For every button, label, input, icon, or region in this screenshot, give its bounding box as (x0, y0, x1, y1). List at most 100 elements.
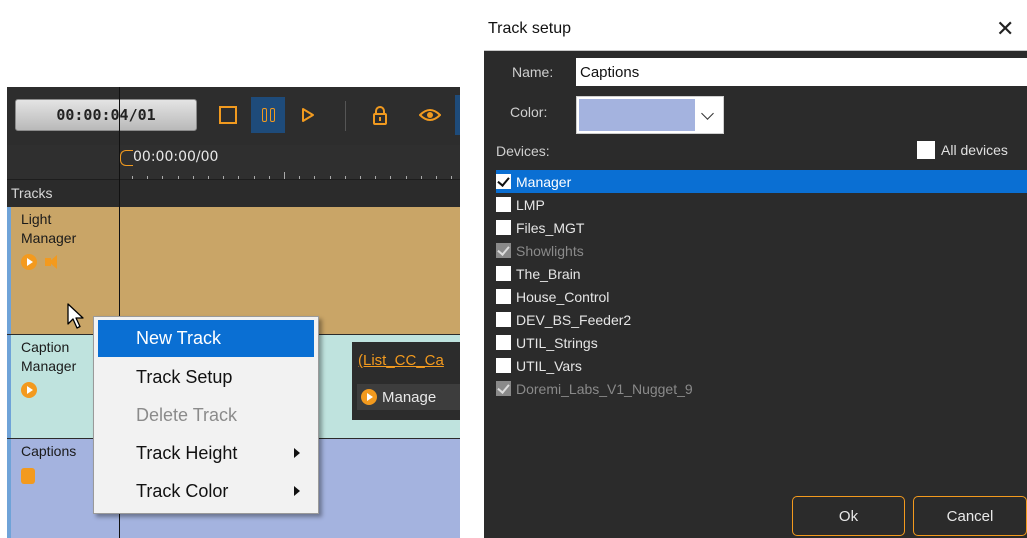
device-item: Doremi_Labs_V1_Nugget_9 (496, 377, 1027, 400)
submenu-arrow-icon (294, 448, 300, 458)
devices-list: Manager LMP Files_MGT Showlights The_Brain Ho… (496, 170, 1027, 400)
clip-action-label: Manage (382, 388, 437, 406)
device-label: UTIL_Vars (516, 357, 582, 374)
ruler-tick (314, 176, 316, 179)
device-checkbox[interactable] (496, 197, 511, 212)
device-item[interactable]: House_Control (496, 285, 1027, 308)
play-icon (302, 108, 314, 122)
device-checkbox[interactable] (496, 266, 511, 281)
menu-item-label: Track Color (136, 481, 229, 501)
ruler-tick (223, 176, 225, 179)
device-label: Files_MGT (516, 219, 585, 236)
ruler-tick (162, 176, 164, 179)
device-item[interactable]: UTIL_Vars (496, 354, 1027, 377)
device-item: Showlights (496, 239, 1027, 262)
menu-item-track-setup[interactable]: Track Setup (98, 359, 314, 396)
pause-button[interactable] (251, 97, 285, 133)
color-dropdown[interactable] (576, 96, 724, 134)
device-label: Doremi_Labs_V1_Nugget_9 (516, 380, 693, 397)
device-checkbox[interactable] (496, 220, 511, 235)
device-label: Manager (516, 173, 572, 190)
ruler-tick (253, 176, 255, 179)
pause-icon (261, 108, 275, 122)
transport-toolbar: 00:00:04/01 (7, 87, 460, 146)
ruler-tick (147, 176, 149, 179)
ruler-tick (177, 176, 179, 179)
ruler-tick (192, 176, 194, 179)
track-name-input[interactable] (576, 58, 1027, 86)
track-header-light-manager[interactable]: Light Manager (7, 207, 119, 334)
timeline-clip[interactable]: (List_CC_Ca Manage (352, 342, 460, 420)
speaker-icon[interactable] (45, 255, 63, 269)
ruler-tick (390, 176, 392, 179)
track-lane-light-manager[interactable] (120, 207, 460, 334)
menu-item-delete-track: Delete Track (98, 397, 314, 434)
track-context-menu: New Track Track Setup Delete Track Track… (93, 316, 319, 514)
menu-item-new-track[interactable]: New Track (98, 320, 314, 357)
database-icon[interactable] (21, 468, 35, 484)
menu-item-track-height[interactable]: Track Height (98, 435, 314, 472)
clip-action[interactable]: Manage (357, 384, 460, 410)
ruler-tick (284, 172, 285, 179)
device-item[interactable]: UTIL_Strings (496, 331, 1027, 354)
ruler-ticks (120, 171, 460, 179)
device-checkbox[interactable] (496, 358, 511, 373)
menu-item-track-color[interactable]: Track Color (98, 473, 314, 510)
all-devices-checkbox[interactable] (917, 141, 935, 159)
tracks-header: Tracks (7, 180, 119, 206)
timecode-display: 00:00:04/01 (15, 99, 197, 131)
ruler-tick (451, 176, 453, 179)
ruler-tick (299, 176, 301, 179)
stop-button[interactable] (211, 97, 245, 133)
device-checkbox[interactable] (496, 174, 511, 189)
play-circle-icon[interactable] (21, 382, 37, 398)
device-item[interactable]: LMP (496, 193, 1027, 216)
visibility-button[interactable] (413, 97, 447, 133)
ruler-tick (360, 176, 361, 179)
ruler-tick (420, 176, 422, 179)
lock-button[interactable] (363, 97, 397, 133)
ruler-tick (436, 176, 437, 179)
menu-item-label: Delete Track (136, 405, 238, 425)
playhead-marker-icon[interactable] (120, 150, 133, 166)
all-devices-label: All devices (941, 142, 1008, 158)
device-checkbox (496, 381, 511, 396)
ruler-tick (268, 176, 270, 179)
ok-button[interactable]: Ok (792, 496, 905, 536)
device-checkbox[interactable] (496, 289, 511, 304)
mouse-pointer-icon (67, 303, 84, 329)
device-checkbox (496, 243, 511, 258)
ruler-tick (344, 176, 346, 179)
close-icon[interactable]: ✕ (996, 17, 1014, 42)
color-label: Color: (510, 104, 548, 120)
ruler-tick (238, 176, 240, 179)
play-button[interactable] (291, 97, 325, 133)
device-label: The_Brain (516, 265, 581, 282)
stop-icon (219, 106, 237, 124)
time-ruler[interactable]: 00:00:00/00 (7, 145, 460, 180)
device-item[interactable]: Manager (496, 170, 1027, 193)
name-label: Name: (512, 64, 554, 80)
devices-label: Devices: (496, 143, 550, 159)
device-item[interactable]: Files_MGT (496, 216, 1027, 239)
play-circle-icon[interactable] (21, 254, 37, 270)
color-swatch (579, 99, 695, 131)
cancel-button[interactable]: Cancel (913, 496, 1027, 536)
dialog-titlebar: Track setup ✕ (484, 10, 1027, 51)
device-checkbox[interactable] (496, 312, 511, 327)
lock-icon (373, 106, 387, 125)
chevron-down-icon (701, 107, 714, 120)
device-item[interactable]: The_Brain (496, 262, 1027, 285)
device-item[interactable]: DEV_BS_Feeder2 (496, 308, 1027, 331)
menu-item-label: Track Setup (136, 367, 233, 387)
ruler-tick (405, 176, 407, 179)
track-name-line2: Manager (21, 230, 77, 246)
track-setup-dialog: Track setup ✕ Name: Color: Devices: All … (484, 10, 1027, 538)
device-checkbox[interactable] (496, 335, 511, 350)
ruler-tick (132, 176, 133, 179)
ruler-tick (208, 176, 209, 179)
device-label: House_Control (516, 288, 610, 305)
submenu-arrow-icon (294, 486, 300, 496)
toolbar-edge-button[interactable] (455, 95, 460, 135)
device-label: Showlights (516, 242, 584, 259)
